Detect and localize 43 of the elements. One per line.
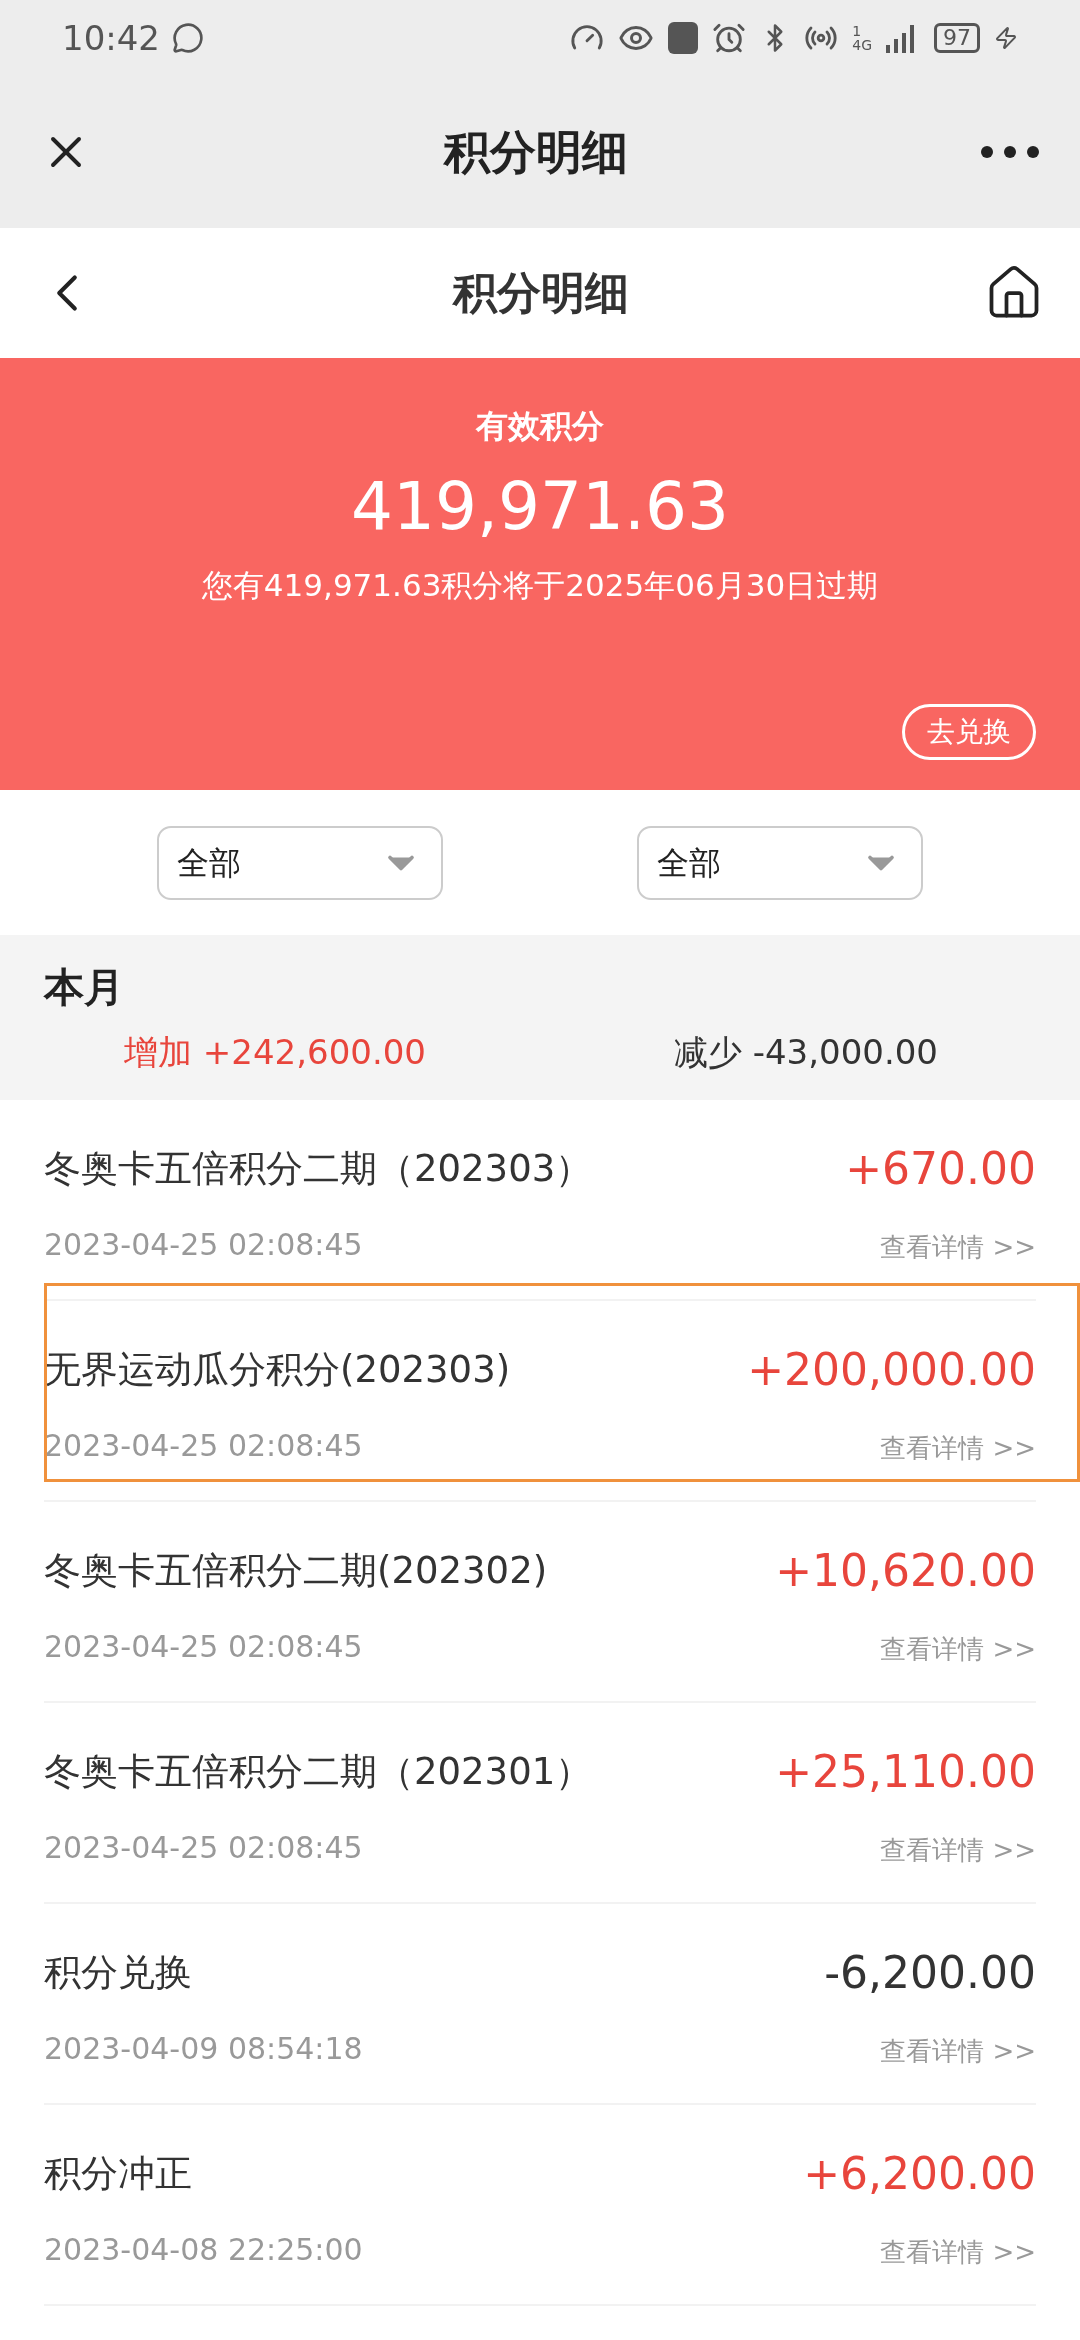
sim-label: 1: [852, 24, 863, 38]
chat-icon: [172, 22, 204, 54]
record-amount: +25,110.00: [775, 1745, 1036, 1799]
record-time: 2023-04-09 08:54:18: [44, 2030, 364, 2068]
expiry-note: 您有419,971.63积分将于2025年06月30日过期: [201, 566, 879, 605]
status-time: 10:42: [62, 16, 160, 60]
record-amount: +10,620.00: [775, 1544, 1036, 1598]
banner-label: 有效积分: [476, 406, 604, 447]
more-icon: [980, 145, 1040, 159]
record-amount: -6,200.00: [824, 1946, 1036, 2000]
more-button[interactable]: [980, 145, 1040, 159]
record-title: 冬奥卡五倍积分二期(202302): [44, 1548, 549, 1595]
record-title: 无界运动瓜分积分(202303): [44, 1347, 512, 1394]
record-time: 2023-04-25 02:08:45: [44, 1628, 364, 1666]
record-title: 积分冲正: [44, 2151, 193, 2198]
filter-dropdown[interactable]: 全部: [157, 825, 443, 900]
details-link[interactable]: 查看详情 >>: [880, 2032, 1036, 2071]
record-title: 积分兑换: [44, 1950, 193, 1997]
record-amount: +6,200.00: [803, 2147, 1036, 2201]
record-amount: +200,000.00: [747, 1343, 1036, 1397]
record-title: 冬奥卡五倍积分二期（202301）: [44, 1749, 594, 1796]
details-link[interactable]: 查看详情 >>: [880, 1429, 1036, 1468]
record-time: 2023-04-25 02:08:45: [44, 1427, 364, 1465]
details-link[interactable]: 查看详情 >>: [880, 1831, 1036, 1870]
filter-dropdown[interactable]: 全部: [637, 825, 923, 900]
record-amount: +670.00: [845, 1142, 1036, 1196]
redeem-button[interactable]: 去兑换: [902, 704, 1036, 760]
alarm-icon: [712, 21, 747, 55]
details-link[interactable]: 查看详情 >>: [880, 1228, 1036, 1267]
record-time: 2023-04-25 02:08:45: [44, 1829, 364, 1867]
record-time: 2023-04-08 22:25:00: [44, 2231, 364, 2269]
increase-total: 增加 +242,600.00: [124, 1031, 426, 1074]
page-title: 积分明细: [442, 123, 629, 181]
details-link[interactable]: 查看详情 >>: [880, 2233, 1036, 2272]
header-title: 积分明细: [451, 266, 630, 320]
decrease-total: 减少 -43,000.00: [673, 1031, 938, 1074]
month-title: 本月: [44, 963, 125, 1012]
network-label: 4G: [852, 38, 872, 52]
points-total: 419,971.63: [351, 474, 729, 540]
battery-level: 97: [934, 23, 980, 53]
details-link[interactable]: 查看详情 >>: [880, 1630, 1036, 1669]
record-title: 冬奥卡五倍积分二期（202303）: [44, 1146, 594, 1193]
record-time: 2023-04-25 02:08:45: [44, 1226, 364, 1264]
